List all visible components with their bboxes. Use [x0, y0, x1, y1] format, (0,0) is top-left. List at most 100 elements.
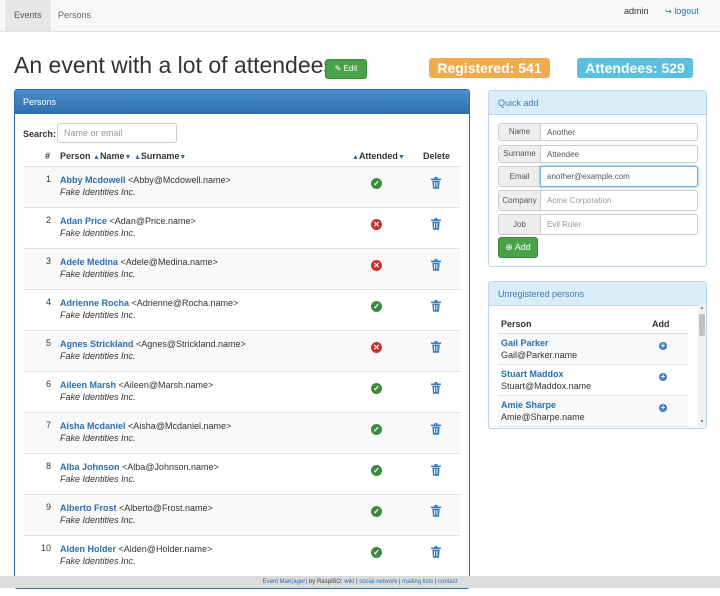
person-email: <Adele@Medina.name> — [120, 257, 218, 267]
scroll-down-icon[interactable]: ▼ — [698, 419, 706, 425]
delete-trash-icon[interactable] — [431, 423, 441, 435]
delete-trash-icon[interactable] — [431, 259, 441, 271]
email-field: Email — [498, 166, 698, 187]
name-input[interactable] — [540, 123, 698, 141]
footer-link-contact[interactable]: contact — [438, 579, 457, 585]
attended-check-icon[interactable]: ✓ — [371, 506, 382, 517]
footer-by-text: by RaspiBO: — [308, 579, 343, 585]
person-name-link[interactable]: Adan Price — [60, 216, 107, 226]
table-row: 4 Adrienne Rocha <Adrienne@Rocha.name> Fak… — [24, 290, 460, 331]
job-label: Job — [498, 214, 541, 235]
row-number: 10 — [40, 543, 51, 553]
nav-tab-persons[interactable]: Persons — [49, 0, 100, 31]
row-number: 5 — [45, 338, 51, 348]
logout-link[interactable]: ↪ logout — [665, 0, 699, 23]
job-input[interactable] — [540, 214, 698, 235]
delete-trash-icon[interactable] — [431, 341, 441, 353]
person-name-link[interactable]: Alden Holder — [60, 544, 116, 554]
delete-trash-icon[interactable] — [431, 218, 441, 230]
person-email: <Agnes@Strickland.name> — [136, 339, 246, 349]
scroll-thumb[interactable] — [699, 314, 705, 336]
person-name-link[interactable]: Aisha Mcdaniel — [60, 421, 126, 431]
table-row: 7 Aisha Mcdaniel <Aisha@Mcdaniel.name> Fak… — [24, 413, 460, 454]
row-number: 9 — [45, 502, 51, 512]
nav-tab-events[interactable]: Events — [5, 0, 51, 31]
delete-trash-icon[interactable] — [431, 464, 441, 476]
sort-down-icon: ▼ — [124, 154, 132, 161]
sort-name-label: Name — [99, 151, 125, 161]
attended-check-icon[interactable]: ✓ — [371, 383, 382, 394]
row-number: 3 — [45, 256, 51, 266]
attended-check-icon[interactable]: ✓ — [371, 424, 382, 435]
footer-link-mailing[interactable]: mailing lists — [402, 579, 433, 585]
delete-trash-icon[interactable] — [431, 177, 441, 189]
surname-field: Surname — [498, 145, 698, 163]
table-row: 8 Alba Johnson <Alba@Johnson.name> Fake Id… — [24, 454, 460, 495]
sort-by-name[interactable]: ▲Name▼ — [93, 151, 131, 161]
search-label: Search: — [23, 129, 57, 139]
person-name-link[interactable]: Agnes Strickland — [60, 339, 134, 349]
unregistered-person-name[interactable]: Amie Sharpe — [501, 400, 556, 410]
person-cell: Adele Medina <Adele@Medina.name> Fake Ide… — [60, 256, 218, 280]
attended-check-icon[interactable]: ✓ — [371, 465, 382, 476]
delete-trash-icon[interactable] — [431, 546, 441, 558]
surname-input[interactable] — [540, 145, 698, 163]
person-name-link[interactable]: Adele Medina — [60, 257, 118, 267]
add-person-icon[interactable]: + — [659, 404, 667, 412]
column-header-ur-person: Person — [501, 319, 532, 329]
person-company: Fake Identities Inc. — [60, 556, 136, 566]
person-email: <Alba@Johnson.name> — [122, 462, 219, 472]
person-name-link[interactable]: Adrienne Rocha — [60, 298, 129, 308]
delete-trash-icon[interactable] — [431, 505, 441, 517]
column-header-attended[interactable]: ▲Attended▼ — [352, 151, 405, 161]
company-input[interactable] — [540, 190, 698, 211]
footer-link-social[interactable]: social network — [359, 579, 397, 585]
email-input[interactable] — [540, 166, 698, 187]
edit-button[interactable]: ✎ Edit — [325, 59, 367, 79]
footer: Event Man(ager) by RaspiBO: wiki | socia… — [0, 576, 720, 588]
column-header-person-label: Person — [60, 151, 91, 161]
add-button[interactable]: ⊕ Add — [498, 237, 538, 258]
person-name-link[interactable]: Abby Mcdowell — [60, 175, 126, 185]
add-person-icon[interactable]: + — [659, 373, 667, 381]
nav-username[interactable]: admin — [624, 0, 649, 22]
person-name-link[interactable]: Alba Johnson — [60, 462, 120, 472]
sort-up-icon: ▲ — [133, 154, 141, 161]
person-company: Fake Identities Inc. — [60, 515, 136, 525]
sort-by-surname[interactable]: ▲Surname▼ — [134, 151, 186, 161]
list-item: Stuart Maddox Stuart@Maddox.name + — [498, 365, 688, 396]
edit-icon: ✎ — [334, 64, 342, 73]
unregistered-person-name[interactable]: Gail Parker — [501, 338, 549, 348]
person-email: <Aisha@Mcdaniel.name> — [128, 421, 232, 431]
edit-label: Edit — [343, 64, 358, 73]
persons-panel-heading: Persons — [15, 90, 469, 114]
list-item: Gail Parker Gail@Parker.name + — [498, 334, 688, 365]
sort-down-icon: ▼ — [179, 154, 187, 161]
page-title: An event with a lot of attendees — [14, 52, 335, 78]
attendees-count-badge: Attendees: 529 — [577, 58, 693, 78]
person-cell: Alberto Frost <Alberto@Frost.name> Fake I… — [60, 502, 213, 526]
attended-check-icon[interactable]: ✓ — [371, 178, 382, 189]
add-label: Add — [514, 242, 531, 252]
footer-link-wiki[interactable]: wiki — [344, 579, 354, 585]
attended-check-icon[interactable]: ✓ — [371, 301, 382, 312]
company-label: Company — [498, 190, 541, 211]
attended-check-icon[interactable]: ✓ — [371, 547, 382, 558]
registered-count-badge: Registered: 541 — [429, 58, 550, 78]
person-name-link[interactable]: Aileen Marsh — [60, 380, 116, 390]
scroll-up-icon[interactable]: ▲ — [698, 305, 706, 311]
row-number: 2 — [45, 215, 51, 225]
delete-trash-icon[interactable] — [431, 382, 441, 394]
not-attended-icon[interactable]: ✕ — [371, 219, 382, 230]
footer-app-link[interactable]: Event Man(ager) — [263, 579, 308, 585]
delete-trash-icon[interactable] — [431, 300, 441, 312]
add-person-icon[interactable]: + — [659, 342, 667, 350]
logout-icon: ↪ — [665, 7, 672, 16]
sort-up-icon: ▲ — [93, 154, 100, 161]
not-attended-icon[interactable]: ✕ — [371, 260, 382, 271]
unregistered-person-name[interactable]: Stuart Maddox — [501, 369, 564, 379]
search-input[interactable] — [57, 123, 177, 143]
not-attended-icon[interactable]: ✕ — [371, 342, 382, 353]
person-name-link[interactable]: Alberto Frost — [60, 503, 117, 513]
unregistered-scrollbar[interactable]: ▲ ▼ — [698, 305, 706, 427]
